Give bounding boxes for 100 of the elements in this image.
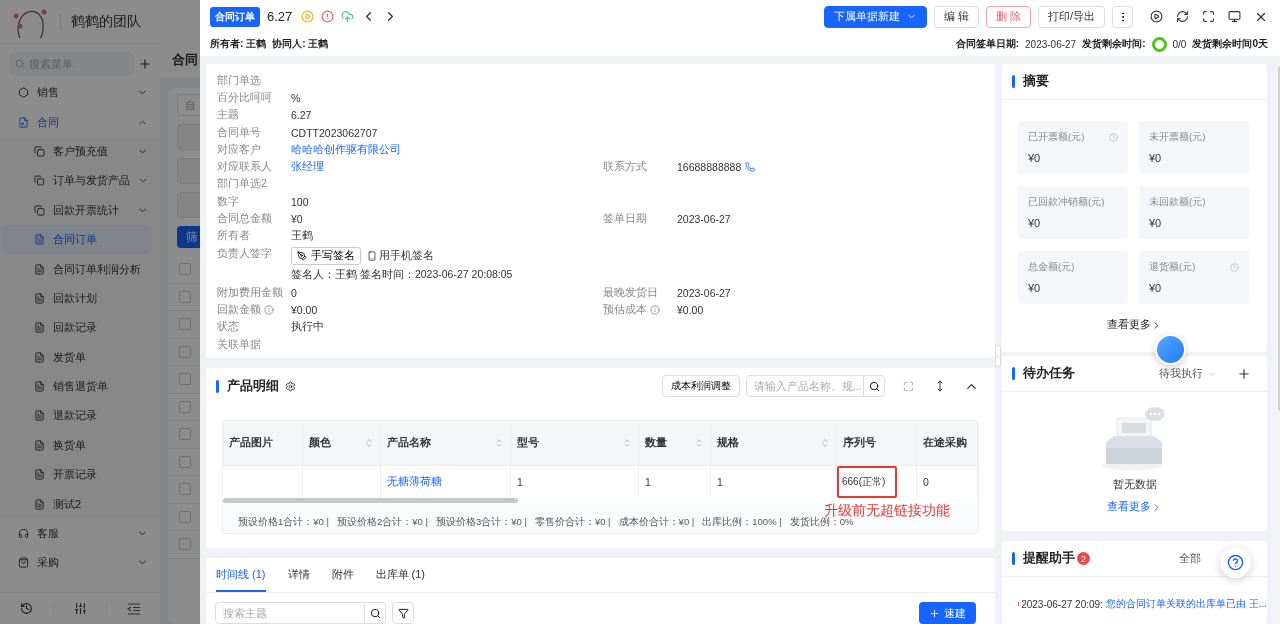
row-checkbox[interactable] xyxy=(179,428,191,441)
submenu-item[interactable]: 合同订单 xyxy=(3,224,152,255)
add-icon[interactable] xyxy=(1237,366,1251,381)
product-search-field[interactable]: 请输入产品名称、规... xyxy=(746,375,864,397)
submenu-item[interactable]: 换货单 xyxy=(0,430,160,461)
action-button[interactable]: 删 除 xyxy=(985,5,1031,28)
settings-icon[interactable] xyxy=(285,380,296,392)
submenu-item[interactable]: 退款记录 xyxy=(0,401,160,431)
action-button[interactable]: 编 辑 xyxy=(933,5,979,28)
filter-button[interactable]: 筛 xyxy=(177,226,200,248)
sort-icon xyxy=(694,438,704,448)
fullscreen-icon[interactable] xyxy=(1202,10,1215,23)
delivery-label: 发货剩余时间: xyxy=(1082,37,1146,51)
field-value: % xyxy=(291,90,302,106)
field-label: 主题 xyxy=(217,107,240,123)
progress-ring xyxy=(1151,36,1167,52)
submenu-item[interactable]: 回款计划 xyxy=(0,283,160,314)
document-icon xyxy=(34,351,45,363)
row-checkbox[interactable] xyxy=(179,483,191,496)
tab[interactable]: 附件 xyxy=(331,567,354,592)
stat-value: ¥0 xyxy=(1149,282,1163,294)
tab[interactable]: 时间线 (1) xyxy=(216,567,266,592)
column-header[interactable]: 数量 xyxy=(639,421,711,466)
menu-item[interactable]: 合同 xyxy=(0,107,160,137)
alert-icon[interactable] xyxy=(321,10,335,23)
stat-value: ¥0 xyxy=(1149,217,1163,229)
filter-button[interactable] xyxy=(392,602,414,624)
submenu-item[interactable]: 测试2 xyxy=(0,489,160,519)
tab[interactable]: 出库单 (1) xyxy=(375,567,425,592)
total-text: 发货比例：0% xyxy=(789,516,854,529)
total-text: 预设价格1合计：¥0 | xyxy=(238,516,329,529)
row-checkbox[interactable] xyxy=(179,345,191,358)
phone-device-icon xyxy=(367,250,377,261)
field-label: 最晚发货日 xyxy=(603,284,659,300)
play-circle-icon[interactable] xyxy=(1150,10,1163,23)
submenu-item[interactable]: 回款记录 xyxy=(0,313,160,343)
row-checkbox[interactable] xyxy=(179,318,191,331)
field-label: 合同总金额 xyxy=(217,211,273,226)
row-checkbox[interactable] xyxy=(179,263,191,276)
monitor-icon[interactable] xyxy=(1228,10,1241,23)
submenu-item[interactable]: 开票记录 xyxy=(0,460,160,490)
scrollbar-thumb[interactable] xyxy=(223,498,518,503)
menu-item[interactable]: 采购 xyxy=(0,548,160,578)
field-value: 2023-06-27 xyxy=(677,285,732,301)
task-filter-dropdown[interactable]: 待我执行 xyxy=(1159,366,1217,381)
hexagon-icon xyxy=(18,87,29,99)
column-header[interactable]: 规格 xyxy=(711,421,837,466)
action-button[interactable]: 下属单据新建 xyxy=(823,5,927,28)
view-more-link[interactable]: 查看更多 xyxy=(1107,318,1162,332)
collapse-menu-icon[interactable] xyxy=(126,602,141,615)
cost-adjust-button[interactable]: 成本利润调整 xyxy=(662,375,740,397)
field-label: 部门单选2 xyxy=(217,176,268,192)
column-header[interactable]: 颜色 xyxy=(303,421,381,466)
quick-create-button[interactable]: 速建 xyxy=(919,602,976,624)
sliders-icon[interactable] xyxy=(73,602,87,615)
submenu-item[interactable]: 订单与发货产品 xyxy=(0,166,160,196)
page-title: 合同 xyxy=(172,51,198,69)
search-button[interactable] xyxy=(364,602,386,624)
search-button[interactable] xyxy=(863,375,885,397)
add-icon[interactable] xyxy=(138,57,152,71)
field-link[interactable]: 哈哈哈创作驱有限公司 xyxy=(291,142,401,157)
sort-icon xyxy=(820,438,830,448)
column-header[interactable]: 型号 xyxy=(511,421,639,466)
phone-icon[interactable] xyxy=(745,162,756,173)
row-checkbox[interactable] xyxy=(179,373,191,386)
row-checkbox[interactable] xyxy=(179,290,191,303)
reminder-filter[interactable]: 全部 xyxy=(1179,551,1201,566)
row-checkbox[interactable] xyxy=(179,538,191,551)
submenu-item[interactable]: 发货单 xyxy=(0,342,160,372)
submenu-item[interactable]: 销售退货单 xyxy=(0,371,160,402)
tab[interactable]: 详情 xyxy=(287,567,310,592)
cloud-icon[interactable] xyxy=(341,10,355,23)
submenu-item[interactable]: 合同订单利润分析 xyxy=(0,254,160,284)
history-icon[interactable] xyxy=(19,602,33,615)
submenu-item[interactable]: 客户预充值 xyxy=(0,136,160,167)
document-icon xyxy=(34,439,45,451)
stat-value: ¥0 xyxy=(1028,152,1042,164)
row-checkbox[interactable] xyxy=(179,400,191,413)
topic-search-field[interactable]: 搜索主题 xyxy=(215,602,365,624)
sort-icon xyxy=(364,438,374,448)
phone-sign-link[interactable]: 用手机签名 xyxy=(367,248,434,263)
column-header[interactable]: 产品名称 xyxy=(381,421,511,466)
stat-label: 未开票额(元) xyxy=(1149,131,1206,144)
menu-item[interactable]: 销售 xyxy=(0,78,160,108)
row-checkbox[interactable] xyxy=(179,455,191,468)
funnel-icon xyxy=(397,607,409,619)
field-label: 预估成本 xyxy=(603,302,647,317)
collapse-handle[interactable] xyxy=(995,345,1001,367)
sort-icon xyxy=(494,438,504,448)
view-more-link[interactable]: 查看更多 xyxy=(1107,500,1162,514)
record-type-tag: 合同订单 xyxy=(210,6,260,27)
action-button[interactable]: 打印/导出 xyxy=(1037,5,1105,28)
product-link[interactable]: 无糖薄荷糖 xyxy=(387,475,442,489)
refresh-icon[interactable] xyxy=(1176,10,1189,23)
handwrite-sign-button[interactable]: 手写签名 xyxy=(291,246,361,265)
row-checkbox[interactable] xyxy=(179,510,191,523)
field-link[interactable]: 张经理 xyxy=(291,160,324,175)
reminder-link[interactable]: 您的合同订单关联的出库单已由 王... xyxy=(1105,597,1267,611)
field-value: 16688888888 xyxy=(677,161,742,174)
submenu-item[interactable]: 回款开票统计 xyxy=(0,195,160,225)
